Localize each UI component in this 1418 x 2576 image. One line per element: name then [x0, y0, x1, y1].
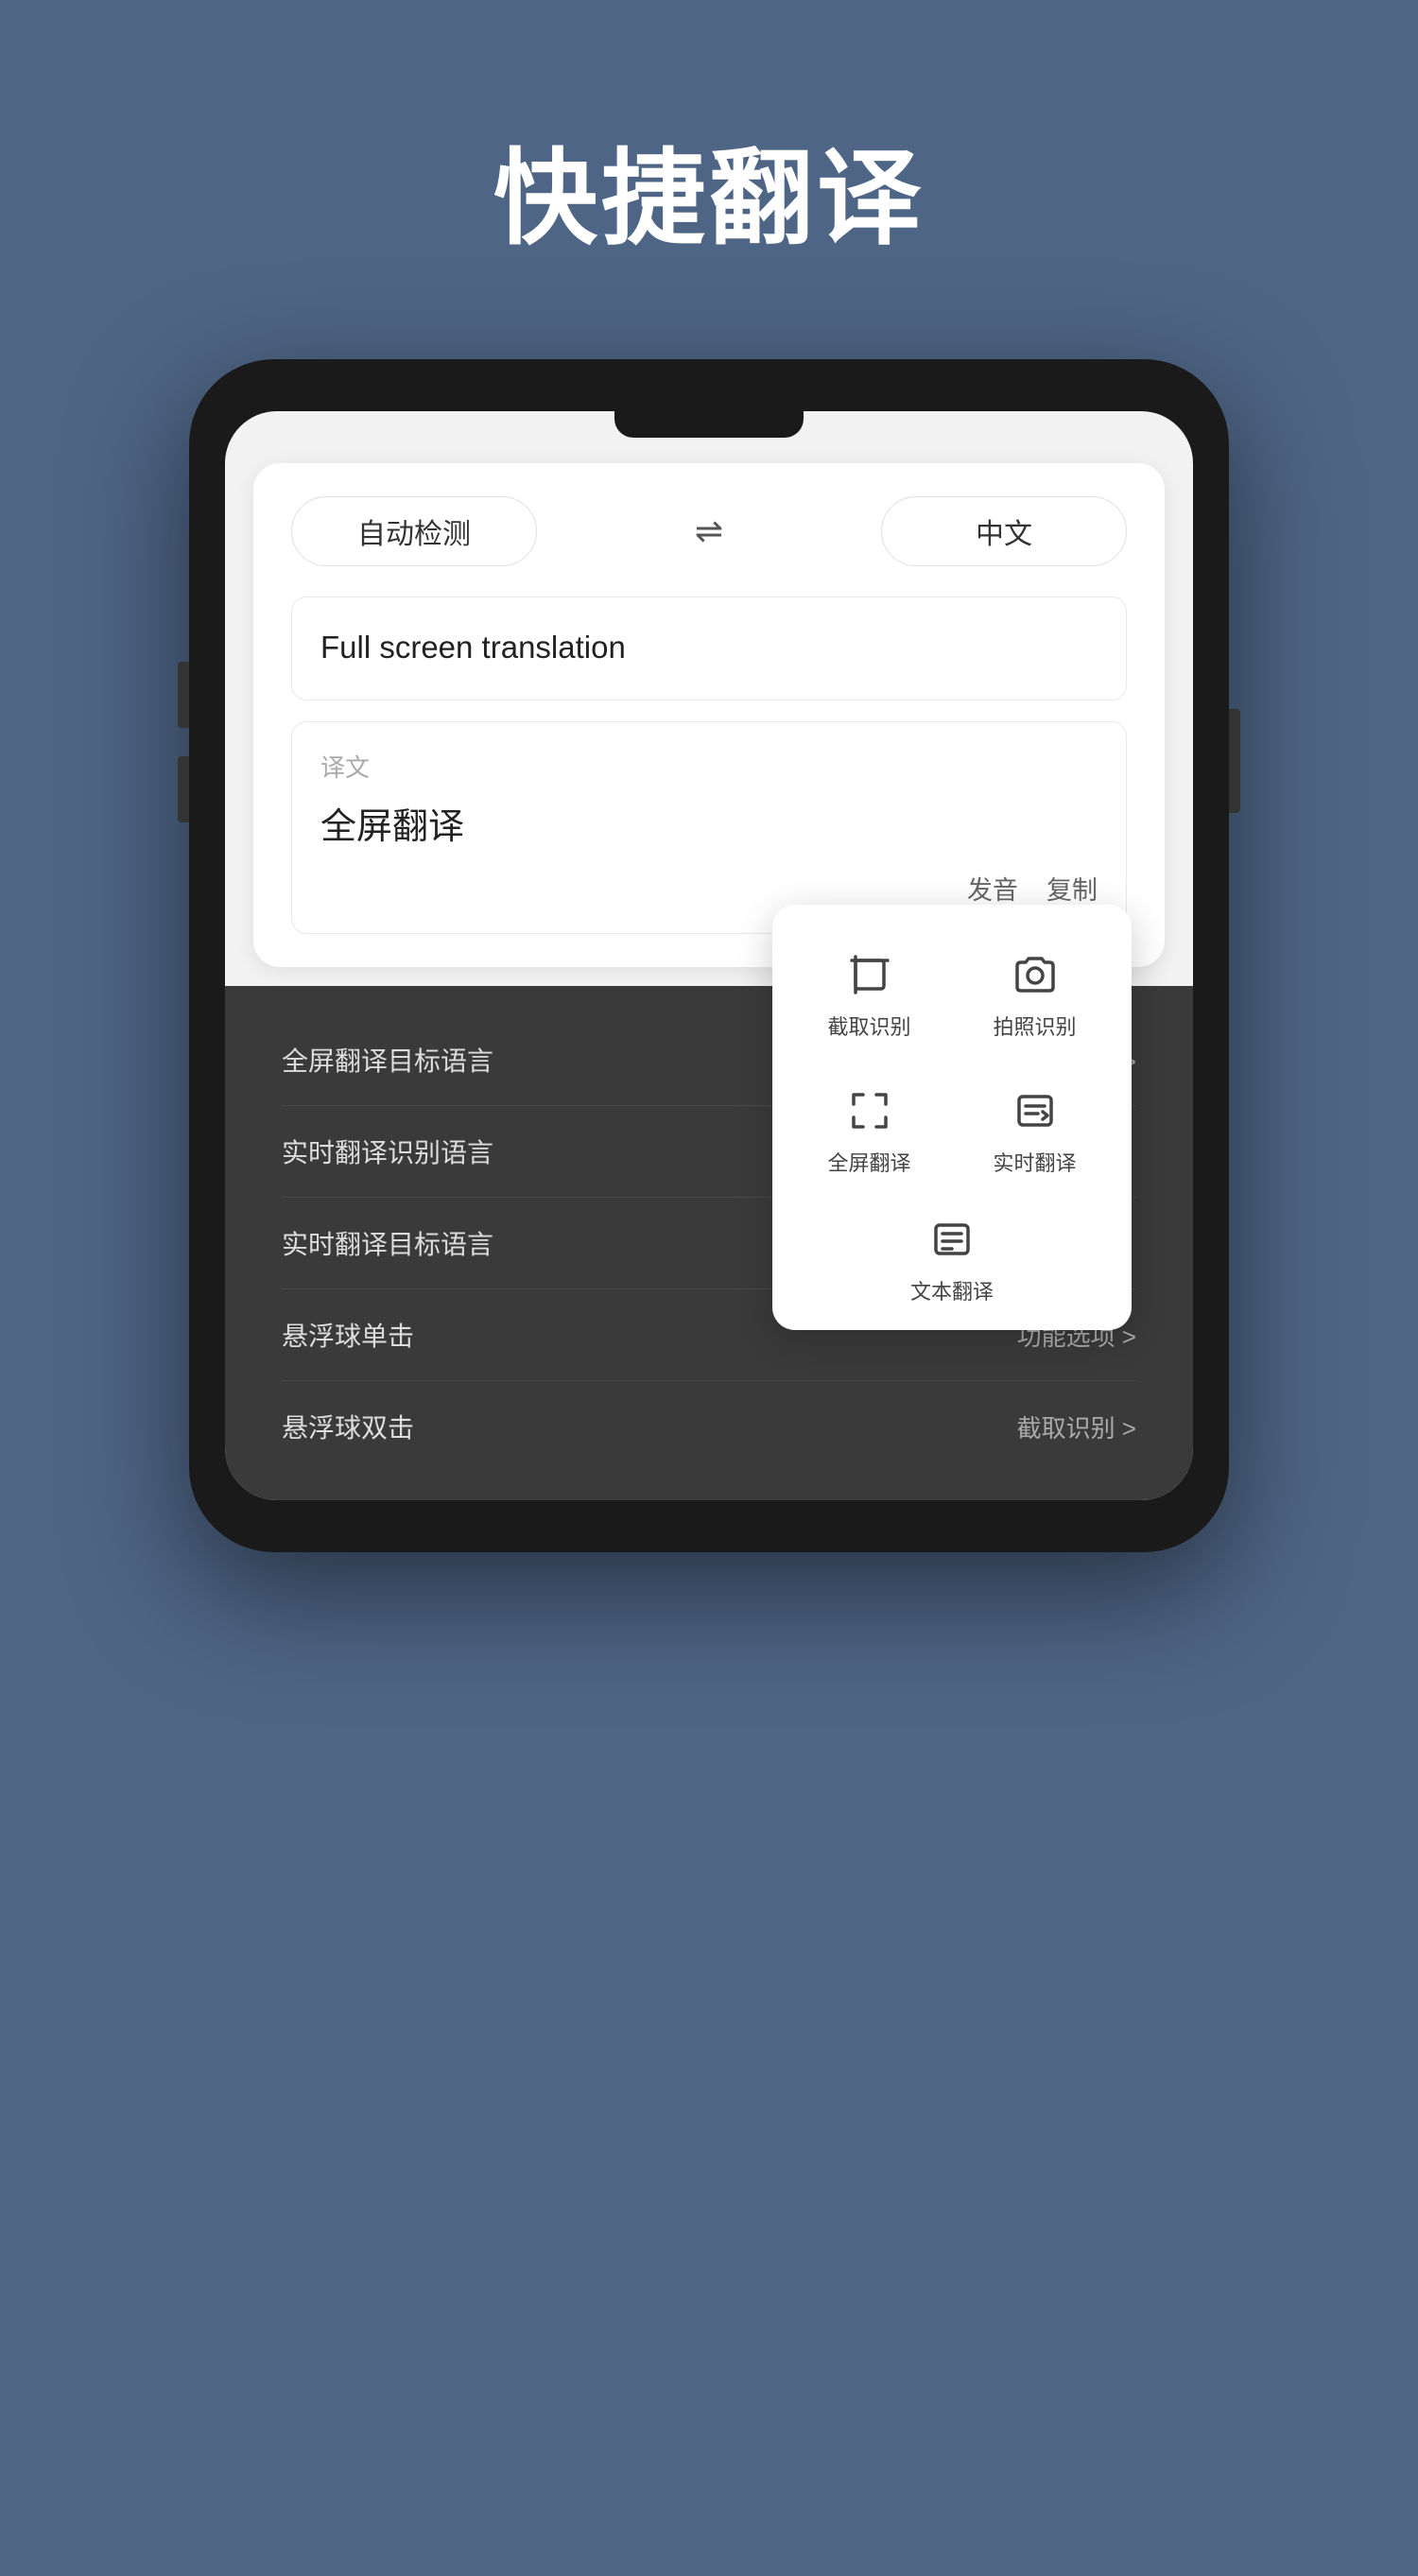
settings-row-label: 悬浮球单击 — [282, 1316, 414, 1354]
result-label: 译文 — [320, 749, 1098, 784]
settings-row-label: 悬浮球双击 — [282, 1408, 414, 1445]
result-actions: 发音 复制 — [320, 870, 1098, 907]
crop-icon — [843, 948, 896, 1001]
quick-action-crop-label: 截取识别 — [827, 1011, 910, 1041]
phone-mockup: 自动检测 ⇌ 中文 Full screen translation 译文 全屏翻… — [189, 359, 1229, 1552]
settings-row-label: 全屏翻译目标语言 — [282, 1041, 493, 1079]
settings-row-label: 实时翻译识别语言 — [282, 1132, 493, 1170]
quick-action-fullscreen-label: 全屏翻译 — [827, 1147, 910, 1177]
phone-btn-power — [1229, 709, 1240, 813]
settings-row-float-double[interactable]: 悬浮球双击 截取识别 > — [282, 1381, 1136, 1472]
quick-action-text-label: 文本翻译 — [910, 1275, 994, 1305]
phone-btn-volume-down — [178, 756, 189, 822]
quick-action-text[interactable]: 文本翻译 — [791, 1203, 1113, 1311]
result-text: 全屏翻译 — [320, 797, 1098, 849]
quick-actions-popup: 截取识别 拍照识别 — [772, 905, 1132, 1330]
copy-button[interactable]: 复制 — [1046, 870, 1098, 907]
quick-action-camera[interactable]: 拍照识别 — [957, 931, 1113, 1058]
camera-icon — [1009, 948, 1062, 1001]
phone-frame: 自动检测 ⇌ 中文 Full screen translation 译文 全屏翻… — [189, 359, 1229, 1552]
quick-action-camera-label: 拍照识别 — [993, 1011, 1076, 1041]
phone-notch — [614, 411, 804, 438]
page-title: 快捷翻译 — [0, 0, 1418, 265]
fullscreen-icon — [843, 1084, 896, 1137]
quick-action-realtime[interactable]: 实时翻译 — [957, 1067, 1113, 1194]
quick-action-crop[interactable]: 截取识别 — [791, 931, 947, 1058]
source-language-button[interactable]: 自动检测 — [291, 496, 537, 566]
quick-action-fullscreen[interactable]: 全屏翻译 — [791, 1067, 947, 1194]
language-selector-row: 自动检测 ⇌ 中文 — [291, 496, 1127, 566]
translation-input[interactable]: Full screen translation — [291, 596, 1127, 700]
translator-card: 自动检测 ⇌ 中文 Full screen translation 译文 全屏翻… — [253, 463, 1165, 967]
pronounce-button[interactable]: 发音 — [967, 870, 1018, 907]
swap-language-icon[interactable]: ⇌ — [695, 511, 723, 551]
translation-result-area: 译文 全屏翻译 发音 复制 — [291, 721, 1127, 934]
phone-btn-volume-up — [178, 662, 189, 728]
text-icon — [925, 1213, 978, 1266]
target-language-button[interactable]: 中文 — [881, 496, 1127, 566]
phone-screen: 自动检测 ⇌ 中文 Full screen translation 译文 全屏翻… — [225, 411, 1193, 1500]
quick-action-realtime-label: 实时翻译 — [993, 1147, 1076, 1177]
realtime-icon — [1009, 1084, 1062, 1137]
settings-row-label: 实时翻译目标语言 — [282, 1224, 493, 1262]
settings-row-value: 截取识别 > — [1017, 1409, 1136, 1444]
